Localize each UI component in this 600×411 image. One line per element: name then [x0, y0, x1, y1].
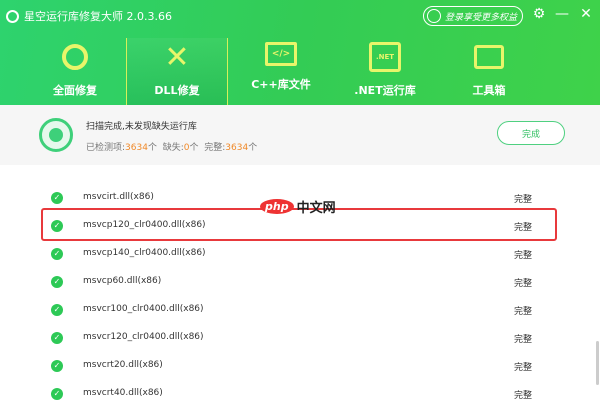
user-icon: [427, 9, 441, 23]
unit: 个: [189, 143, 199, 153]
unit: 个: [147, 143, 157, 153]
dll-name: msvcp60.dll(x86): [83, 276, 162, 286]
dll-status: 完整: [514, 335, 533, 345]
done-button[interactable]: 完成: [497, 121, 565, 145]
scrollbar[interactable]: [596, 341, 599, 385]
missing-label: 缺失:: [162, 143, 184, 153]
app-title: 星空运行库修复大师 2.0.3.66: [6, 8, 172, 24]
full-repair-icon: [59, 42, 91, 72]
list-item: ✓ msvcr120_clr0400.dll(x86) 完整: [0, 325, 600, 353]
dll-status: 完整: [514, 195, 533, 205]
dll-name: msvcrt20.dll(x86): [83, 360, 163, 370]
settings-gear-icon[interactable]: ⚙: [530, 6, 548, 22]
code-monitor-icon: </>: [265, 42, 297, 66]
dll-name: msvcp140_clr0400.dll(x86): [83, 248, 206, 258]
watermark-logo: php: [260, 199, 294, 214]
list-item: ✓ msvcr100_clr0400.dll(x86) 完整: [0, 297, 600, 325]
checked-count: 3634: [125, 143, 148, 153]
minimize-icon[interactable]: —: [553, 6, 571, 22]
dll-name: msvcrt40.dll(x86): [83, 388, 163, 398]
checked-label: 已检测项:: [86, 143, 126, 153]
check-icon: ✓: [51, 360, 63, 372]
tab-label: DLL修复: [154, 84, 200, 97]
dll-status: 完整: [514, 307, 533, 317]
header: 星空运行库修复大师 2.0.3.66 登录享受更多权益 ⚙ — ✕ 全面修复 ✕…: [0, 0, 600, 105]
list-item: ✓ msvcp140_clr0400.dll(x86) 完整: [0, 241, 600, 269]
unit: 个: [248, 143, 258, 153]
tab-label: 全面修复: [53, 84, 97, 97]
complete-count: 3634: [225, 143, 249, 153]
check-icon: ✓: [51, 192, 63, 204]
check-icon: ✓: [51, 276, 63, 288]
check-icon: ✓: [51, 332, 63, 344]
complete-label: 完整:: [204, 143, 226, 153]
toolbox-icon: [473, 42, 505, 72]
scan-summary: 扫描完成,未发现缺失运行库 已检测项:3634个 缺失:0个 完整:3634个 …: [0, 105, 600, 165]
tab-full-repair[interactable]: 全面修复: [24, 38, 126, 105]
scan-message: 扫描完成,未发现缺失运行库: [86, 122, 197, 132]
tab-label: C++库文件: [251, 78, 311, 91]
list-item: ✓ msvcrt20.dll(x86) 完整: [0, 353, 600, 381]
scan-stats: 已检测项:3634个 缺失:0个 完整:3634个: [86, 140, 257, 153]
list-item: ✓ msvcrt40.dll(x86) 完整: [0, 381, 600, 409]
dll-status: 完整: [514, 391, 533, 401]
tab-label: 工具箱: [472, 84, 506, 97]
app-logo-icon: [6, 9, 19, 23]
check-icon: ✓: [51, 304, 63, 316]
dll-name: msvcr100_clr0400.dll(x86): [83, 304, 204, 314]
tab-label: .NET运行库: [354, 84, 416, 97]
dll-status: 完整: [514, 279, 533, 289]
check-icon: ✓: [51, 388, 63, 400]
watermark: php 中文网: [260, 197, 336, 216]
check-icon: ✓: [51, 248, 63, 260]
dll-status: 完整: [514, 251, 533, 261]
dll-status: 完整: [514, 363, 533, 373]
tab-cpp-libraries[interactable]: </> C++库文件: [230, 38, 332, 105]
tab-dll-repair[interactable]: ✕ DLL修复: [126, 38, 228, 105]
tab-toolbox[interactable]: 工具箱: [438, 38, 540, 105]
list-item: ✓ msvcp60.dll(x86) 完整: [0, 269, 600, 297]
dll-name: msvcirt.dll(x86): [83, 192, 154, 202]
dll-repair-icon: ✕: [164, 39, 190, 75]
dotnet-icon: .NET: [369, 42, 401, 72]
radar-scan-icon: [39, 118, 73, 152]
watermark-text: 中文网: [296, 201, 336, 216]
dll-name: msvcr120_clr0400.dll(x86): [83, 332, 204, 342]
app-title-text: 星空运行库修复大师 2.0.3.66: [24, 10, 172, 23]
close-icon[interactable]: ✕: [577, 6, 595, 22]
login-label: 登录享受更多权益: [445, 12, 518, 23]
login-button[interactable]: 登录享受更多权益: [423, 6, 523, 26]
tab-dotnet-runtime[interactable]: .NET .NET运行库: [334, 38, 436, 105]
